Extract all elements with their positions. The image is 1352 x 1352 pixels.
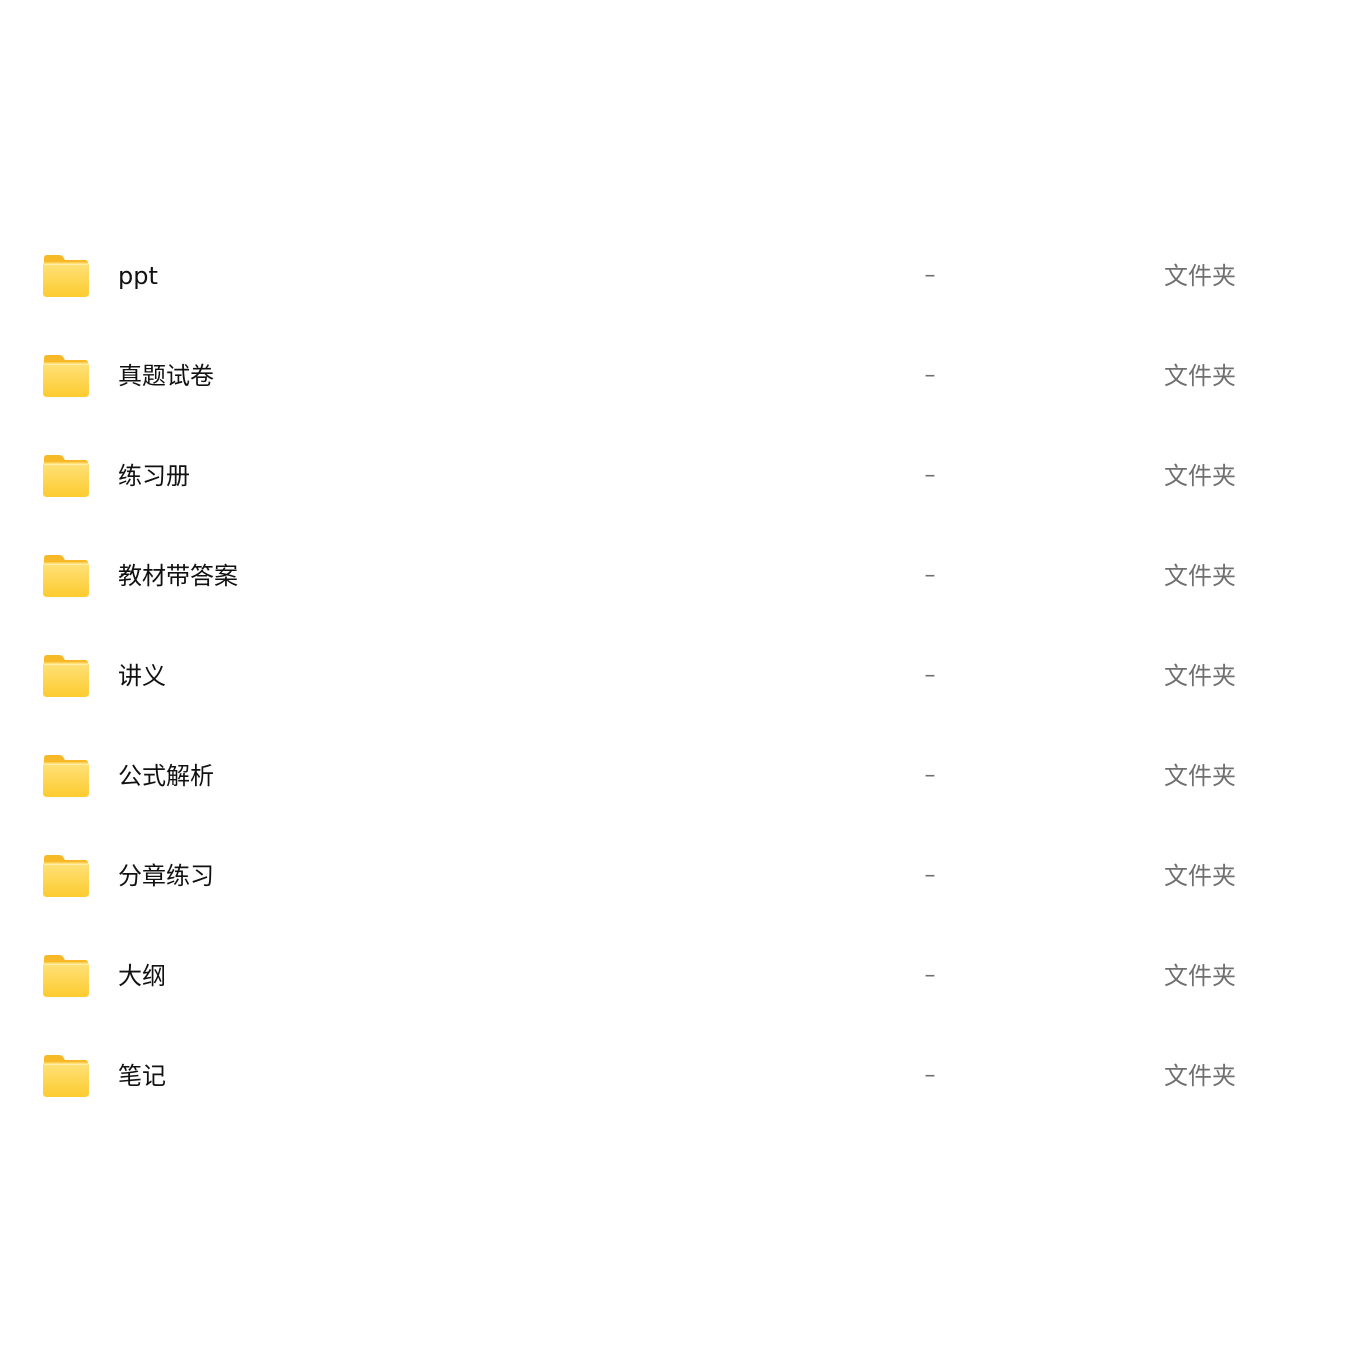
file-size: – bbox=[924, 363, 936, 388]
file-kind: 文件夹 bbox=[1164, 762, 1236, 790]
file-name[interactable]: 练习册 bbox=[118, 426, 190, 526]
file-size: – bbox=[924, 263, 936, 288]
file-kind: 文件夹 bbox=[1164, 962, 1236, 990]
file-size: – bbox=[924, 563, 936, 588]
file-row[interactable]: 大纲 – 文件夹 bbox=[0, 926, 1352, 1026]
file-size: – bbox=[924, 863, 936, 888]
file-kind: 文件夹 bbox=[1164, 262, 1236, 290]
file-row[interactable]: 公式解析 – 文件夹 bbox=[0, 726, 1352, 826]
file-row[interactable]: 分章练习 – 文件夹 bbox=[0, 826, 1352, 926]
file-size: – bbox=[924, 763, 936, 788]
file-kind: 文件夹 bbox=[1164, 562, 1236, 590]
file-name[interactable]: 笔记 bbox=[118, 1026, 166, 1126]
folder-icon bbox=[41, 353, 91, 399]
folder-icon bbox=[41, 253, 91, 299]
file-row[interactable]: 讲义 – 文件夹 bbox=[0, 626, 1352, 726]
file-list: ppt – 文件夹 真题试卷 – 文件夹 练习册 – 文件夹 教材带答案 – 文… bbox=[0, 226, 1352, 1126]
file-size: – bbox=[924, 1063, 936, 1088]
file-size: – bbox=[924, 663, 936, 688]
file-row[interactable]: 教材带答案 – 文件夹 bbox=[0, 526, 1352, 626]
folder-icon bbox=[41, 753, 91, 799]
file-name[interactable]: 公式解析 bbox=[118, 726, 214, 826]
file-row[interactable]: 练习册 – 文件夹 bbox=[0, 426, 1352, 526]
file-name[interactable]: 分章练习 bbox=[118, 826, 214, 926]
file-name[interactable]: 讲义 bbox=[118, 626, 166, 726]
file-kind: 文件夹 bbox=[1164, 662, 1236, 690]
file-name[interactable]: 真题试卷 bbox=[118, 326, 214, 426]
file-name[interactable]: 大纲 bbox=[118, 926, 166, 1026]
file-row[interactable]: 笔记 – 文件夹 bbox=[0, 1026, 1352, 1126]
folder-icon bbox=[41, 553, 91, 599]
file-kind: 文件夹 bbox=[1164, 1062, 1236, 1090]
file-kind: 文件夹 bbox=[1164, 862, 1236, 890]
file-size: – bbox=[924, 963, 936, 988]
file-row[interactable]: 真题试卷 – 文件夹 bbox=[0, 326, 1352, 426]
file-name[interactable]: 教材带答案 bbox=[118, 526, 238, 626]
folder-icon bbox=[41, 853, 91, 899]
folder-icon bbox=[41, 653, 91, 699]
folder-icon bbox=[41, 453, 91, 499]
file-name[interactable]: ppt bbox=[118, 226, 158, 326]
file-size: – bbox=[924, 463, 936, 488]
folder-icon bbox=[41, 953, 91, 999]
file-kind: 文件夹 bbox=[1164, 362, 1236, 390]
file-row[interactable]: ppt – 文件夹 bbox=[0, 226, 1352, 326]
folder-icon bbox=[41, 1053, 91, 1099]
file-kind: 文件夹 bbox=[1164, 462, 1236, 490]
